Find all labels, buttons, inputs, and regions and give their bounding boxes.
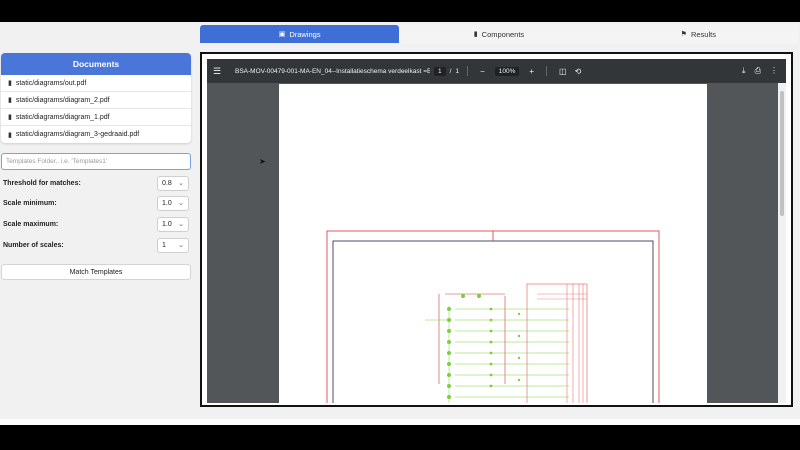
print-icon[interactable]: ⎙ bbox=[755, 66, 761, 76]
chevron-down-icon: ⌄ bbox=[178, 200, 184, 207]
scale-max-value: 1.0 bbox=[162, 220, 172, 228]
pdf-content-area[interactable]: ➤ bbox=[207, 83, 786, 403]
file-icon: ▮ bbox=[8, 97, 12, 104]
scale-max-row: Scale maximum: 1.0 ⌄ bbox=[3, 216, 189, 232]
menu-icon[interactable]: ☰ bbox=[207, 66, 227, 77]
tab-drawings[interactable]: ▣ Drawings bbox=[200, 25, 400, 43]
page-separator: / bbox=[449, 67, 452, 75]
flag-icon: ⚑ bbox=[680, 31, 687, 38]
pdf-title: BSA-MOV-00479-001-MA-EN_04--Installaties… bbox=[235, 67, 430, 75]
threshold-value: 0.8 bbox=[162, 179, 172, 187]
document-item[interactable]: ▮ static/diagrams/diagram_3-gedraaid.pdf bbox=[1, 126, 191, 143]
tab-bar: ▣ Drawings ▮ Components ⚑ Results bbox=[200, 25, 798, 43]
num-scales-row: Number of scales: 1 ⌄ bbox=[3, 237, 189, 253]
match-templates-button[interactable]: Match Templates bbox=[1, 264, 191, 280]
document-item[interactable]: ▮ static/diagrams/diagram_1.pdf bbox=[1, 109, 191, 126]
pdf-scrollbar[interactable] bbox=[778, 83, 786, 403]
tab-components[interactable]: ▮ Components bbox=[399, 25, 598, 43]
app-window: ▣ Drawings ▮ Components ⚑ Results Docume… bbox=[0, 22, 800, 419]
document-label: static/diagrams/diagram_2.pdf bbox=[15, 96, 110, 104]
num-scales-value: 1 bbox=[162, 241, 166, 249]
tab-results[interactable]: ⚑ Results bbox=[599, 25, 798, 43]
document-label: static/diagrams/out.pdf bbox=[15, 79, 87, 87]
rotate-icon[interactable]: ⟲ bbox=[575, 67, 582, 76]
zoom-level-input[interactable]: 100% bbox=[494, 66, 520, 76]
pdf-page bbox=[279, 84, 707, 403]
num-scales-select[interactable]: 1 ⌄ bbox=[157, 237, 189, 253]
zoom-out-icon[interactable]: − bbox=[480, 67, 485, 76]
file-icon: ▮ bbox=[8, 131, 12, 139]
document-label: static/diagrams/diagram_3-gedraaid.pdf bbox=[15, 131, 140, 138]
scale-max-label: Scale maximum: bbox=[3, 220, 59, 228]
toolbar-divider bbox=[546, 66, 548, 76]
toolbar-divider bbox=[467, 66, 469, 76]
documents-panel: Documents ▮ static/diagrams/out.pdf ▮ st… bbox=[1, 53, 191, 143]
threshold-label: Threshold for matches: bbox=[3, 179, 81, 187]
file-icon: ▮ bbox=[473, 31, 478, 38]
fit-page-icon[interactable]: ◫ bbox=[559, 67, 567, 76]
toolbar-actions: ⤓ ⎙ ⋮ bbox=[742, 66, 786, 76]
file-icon: ▮ bbox=[8, 80, 12, 87]
bottom-strip bbox=[0, 419, 800, 425]
image-icon: ▣ bbox=[278, 31, 286, 38]
electrical-schematic-drawing bbox=[326, 230, 660, 403]
document-item[interactable]: ▮ static/diagrams/diagram_2.pdf bbox=[1, 92, 191, 109]
scale-min-value: 1.0 bbox=[162, 199, 172, 207]
zoom-in-icon[interactable]: + bbox=[529, 67, 534, 76]
page-number-input[interactable]: 1 bbox=[434, 66, 446, 76]
chevron-down-icon: ⌄ bbox=[178, 242, 184, 249]
download-icon[interactable]: ⤓ bbox=[742, 66, 746, 76]
scale-min-label: Scale minimum: bbox=[3, 199, 57, 207]
tab-label: Components bbox=[481, 29, 525, 39]
file-icon: ▮ bbox=[8, 114, 12, 121]
chevron-down-icon: ⌄ bbox=[178, 221, 184, 228]
scale-max-select[interactable]: 1.0 ⌄ bbox=[157, 216, 189, 232]
templates-folder-input[interactable] bbox=[1, 153, 191, 170]
more-options-icon[interactable]: ⋮ bbox=[770, 66, 778, 76]
documents-header: Documents bbox=[1, 53, 191, 75]
document-item[interactable]: ▮ static/diagrams/out.pdf bbox=[1, 75, 191, 92]
mouse-cursor-icon: ➤ bbox=[259, 157, 266, 166]
num-scales-label: Number of scales: bbox=[3, 241, 64, 249]
threshold-select[interactable]: 0.8 ⌄ bbox=[157, 175, 189, 191]
scrollbar-thumb[interactable] bbox=[780, 91, 784, 216]
pdf-viewer: ☰ BSA-MOV-00479-001-MA-EN_04--Installati… bbox=[200, 52, 793, 407]
threshold-row: Threshold for matches: 0.8 ⌄ bbox=[3, 175, 189, 191]
tab-label: Drawings bbox=[289, 29, 321, 39]
page-total: 1 bbox=[455, 67, 460, 75]
document-label: static/diagrams/diagram_1.pdf bbox=[15, 113, 110, 121]
tab-label: Results bbox=[690, 29, 716, 39]
scale-min-row: Scale minimum: 1.0 ⌄ bbox=[3, 195, 189, 211]
chevron-down-icon: ⌄ bbox=[178, 180, 184, 187]
scale-min-select[interactable]: 1.0 ⌄ bbox=[157, 195, 189, 211]
pdf-toolbar: ☰ BSA-MOV-00479-001-MA-EN_04--Installati… bbox=[207, 59, 786, 83]
